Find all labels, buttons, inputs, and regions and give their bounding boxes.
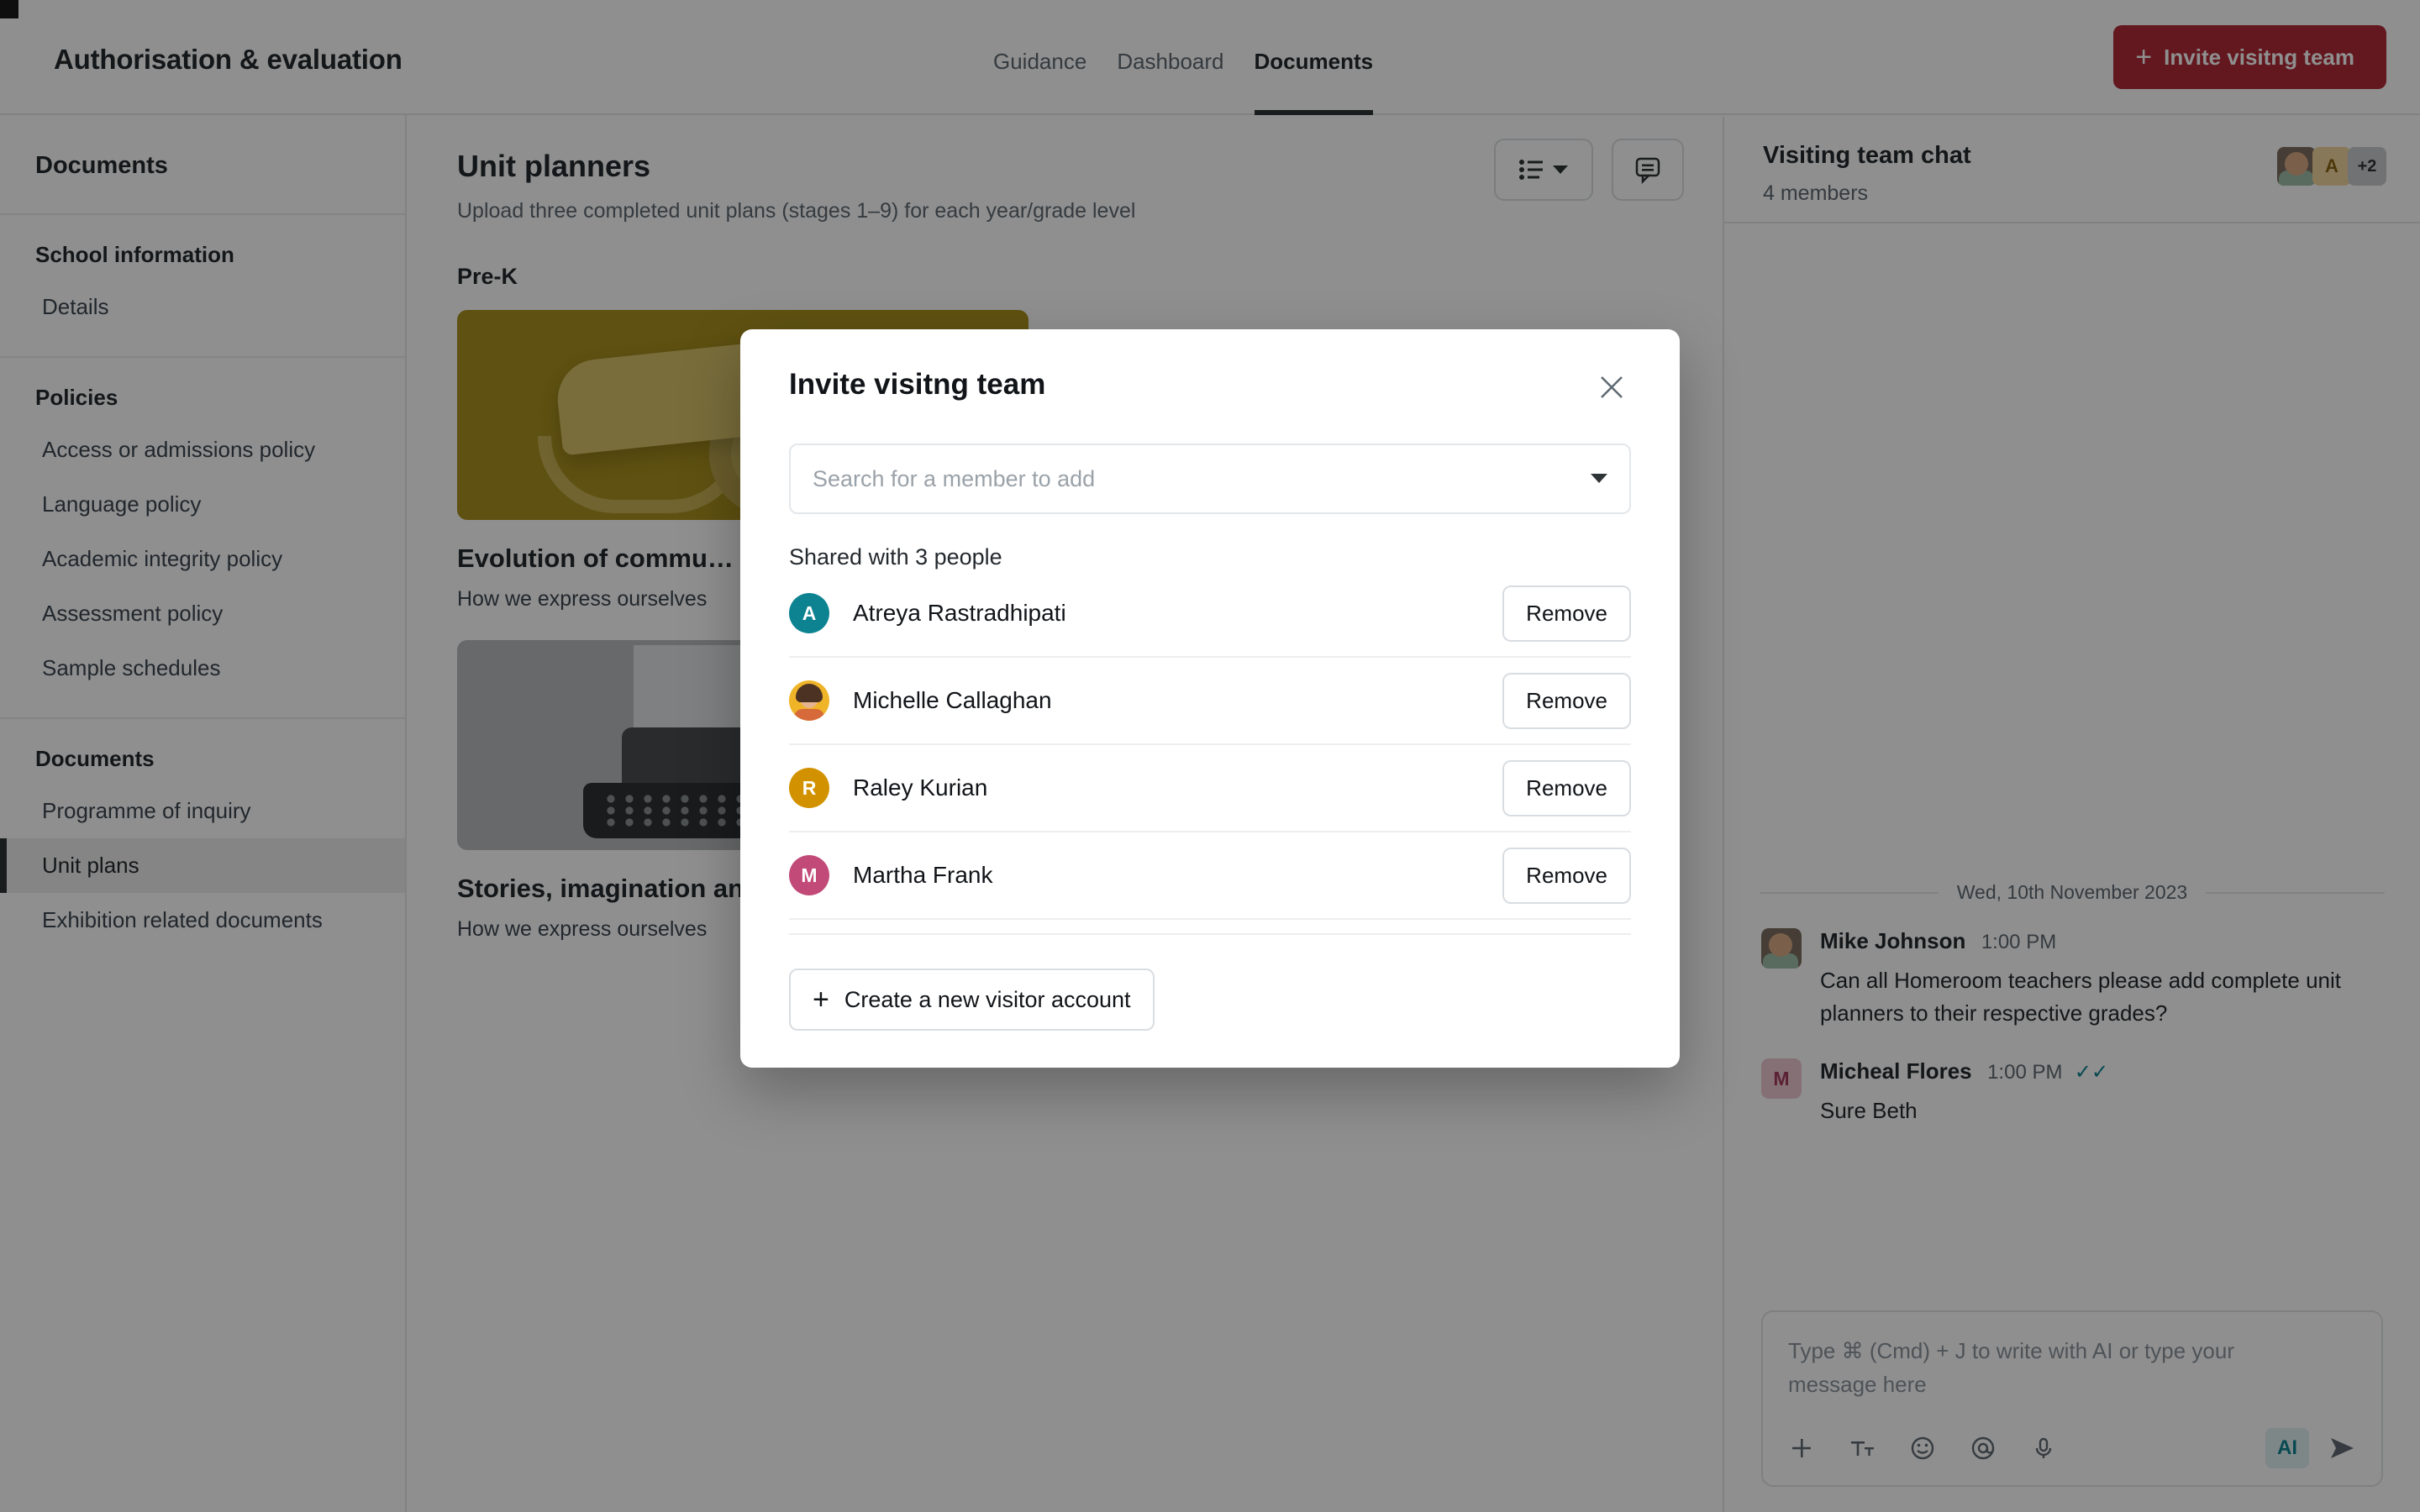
member-row: M Martha Frank Remove: [789, 832, 1631, 920]
member-name: Atreya Rastradhipati: [853, 600, 1066, 626]
invite-visiting-team-modal: Invite visitng team Search for a member …: [740, 329, 1680, 1068]
remove-member-button[interactable]: Remove: [1502, 672, 1631, 729]
plus-icon: +: [813, 984, 829, 1016]
avatar-initial: M: [789, 855, 829, 895]
member-row: A Atreya Rastradhipati Remove: [789, 570, 1631, 658]
member-name: Martha Frank: [853, 862, 993, 888]
avatar-initial: A: [789, 593, 829, 633]
create-visitor-account-label: Create a new visitor account: [844, 986, 1131, 1012]
create-visitor-account-button[interactable]: + Create a new visitor account: [789, 969, 1155, 1031]
remove-member-button[interactable]: Remove: [1502, 585, 1631, 642]
avatar-photo: [789, 680, 829, 721]
modal-header: Invite visitng team: [789, 368, 1631, 407]
member-row: R Raley Kurian Remove: [789, 745, 1631, 832]
search-input-placeholder[interactable]: Search for a member to add: [813, 466, 1095, 492]
remove-member-button[interactable]: Remove: [1502, 847, 1631, 904]
modal-title: Invite visitng team: [789, 368, 1046, 401]
avatar-initial: R: [789, 768, 829, 808]
member-row: Michelle Callaghan Remove: [789, 658, 1631, 745]
member-search-field[interactable]: Search for a member to add: [789, 444, 1631, 514]
member-name: Michelle Callaghan: [853, 687, 1052, 713]
member-name: Raley Kurian: [853, 774, 988, 801]
remove-member-button[interactable]: Remove: [1502, 759, 1631, 816]
close-icon[interactable]: [1592, 368, 1631, 407]
chevron-down-icon[interactable]: [1591, 470, 1607, 489]
modal-divider: [789, 933, 1631, 935]
shared-with-label: Shared with 3 people: [789, 544, 1002, 570]
